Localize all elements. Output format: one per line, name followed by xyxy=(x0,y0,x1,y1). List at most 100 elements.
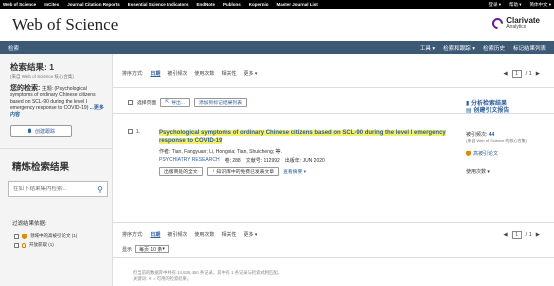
results-source: (来自 Web of Science 核心合集) xyxy=(10,74,74,79)
record-index: 1. xyxy=(136,129,141,135)
help-menu[interactable]: 帮助 ▾ xyxy=(509,2,522,8)
record-title[interactable]: Psychological symptoms of ordinary Chine… xyxy=(159,129,455,145)
sort-times-cited[interactable]: 被引频次 xyxy=(167,70,187,77)
usage-count-menu[interactable]: 使用次数 ▾ xyxy=(466,168,546,175)
search-icon[interactable]: ⚲ xyxy=(97,185,103,194)
sort-more[interactable]: 更多 ▾ xyxy=(243,70,257,77)
page-size-value: 每页 10 条 xyxy=(139,246,163,253)
next-page-icon[interactable]: ▶ xyxy=(536,71,540,77)
times-cited: 被引频次: 44 xyxy=(466,131,546,138)
show-label: 显示 xyxy=(122,246,133,253)
page-total: / 1 xyxy=(525,71,532,77)
nav-right-menu: 工具 ▾ 检索和跟踪 ▾ 检索历史 标记结果列表 xyxy=(420,44,546,52)
sort-usage[interactable]: 使用次数 xyxy=(194,70,214,77)
product-link-publons[interactable]: Publons xyxy=(223,2,241,7)
sort-times-cited[interactable]: 被引频次 xyxy=(167,231,187,238)
next-page-icon[interactable]: ▶ xyxy=(536,232,540,238)
sort-relevance[interactable]: 相关性 xyxy=(221,70,236,77)
site-title[interactable]: Web of Science xyxy=(12,15,118,35)
page-input[interactable]: 1 xyxy=(511,231,522,239)
query-label: 您的检索: xyxy=(10,85,41,92)
highly-cited-badge[interactable]: 高被引论文 xyxy=(466,150,546,157)
divider xyxy=(113,87,554,88)
record-journal[interactable]: PSYCHIATRY RESEARCH xyxy=(159,157,220,164)
divider xyxy=(113,222,554,223)
filter-highly-cited-label: 领域中的高被引论文 (1) xyxy=(30,233,78,239)
product-link-jcr[interactable]: Journal Citation Reports xyxy=(67,2,120,7)
filter-open-access[interactable]: 开放获取 (1) xyxy=(0,239,112,248)
trophy-icon xyxy=(466,151,471,156)
open-access-icon xyxy=(22,242,26,248)
record-checkbox[interactable] xyxy=(128,129,133,134)
top-product-bar: Web of Science InCites Journal Citation … xyxy=(0,0,554,9)
filter-open-access-label: 开放获取 (1) xyxy=(29,242,54,248)
record-date: 出版年: JUN 2020 xyxy=(284,158,325,164)
select-page-label: 选择页面 xyxy=(137,101,157,106)
view-abstract-link[interactable]: 查看摘要 ▾ xyxy=(283,167,306,176)
trophy-icon xyxy=(22,233,27,239)
export-button[interactable]: ⇱ 导出... xyxy=(160,98,190,107)
sort-more[interactable]: 更多 ▾ xyxy=(243,231,257,238)
results-main: 排序方式: 日期 被引频次 使用次数 相关性 更多 ▾ ◀ 1 / 1 ▶ 选择… xyxy=(113,54,554,286)
logo-line-2: Analytics xyxy=(506,24,527,30)
add-to-marked-button[interactable]: 添加到标记结果列表 xyxy=(193,98,248,107)
nav-search[interactable]: 检索 xyxy=(8,44,19,52)
brand-bar: Web of Science Clarivate Analytics xyxy=(0,9,554,41)
export-label: 导出... xyxy=(171,101,185,106)
product-link-incites[interactable]: InCites xyxy=(44,2,59,7)
highly-cited-label: 高被引论文 xyxy=(473,151,499,157)
divider xyxy=(113,257,554,258)
select-page-checkbox[interactable] xyxy=(128,100,133,105)
nav-marked-list[interactable]: 标记结果列表 xyxy=(513,44,546,52)
page-size-row: 显示 每页 10 条 ▾ xyxy=(122,245,169,253)
full-text-button[interactable]: 出版商处的全文 xyxy=(159,167,203,176)
result-toolbar: 选择页面 ⇱ 导出... 添加到标记结果列表 xyxy=(128,98,248,107)
prev-page-icon[interactable]: ◀ xyxy=(503,232,507,238)
product-link-wos[interactable]: Web of Science xyxy=(3,2,36,7)
product-link-kopernio[interactable]: Kopernio xyxy=(249,2,269,7)
free-article-button[interactable]: ◑ 知识库中的免费已发表文章 xyxy=(206,167,280,176)
page-size-select[interactable]: 每页 10 条 ▾ xyxy=(135,245,169,253)
record-side-panel: ▮ 分析检索结果 ▤ 创建引文报告 被引频次: 44 (来自 Web of Sc… xyxy=(466,101,546,175)
product-link-mjl[interactable]: Master Journal List xyxy=(277,2,318,7)
clarivate-logo-icon xyxy=(489,15,506,32)
sort-date[interactable]: 日期 xyxy=(150,70,160,77)
sort-relevance[interactable]: 相关性 xyxy=(221,231,236,238)
page-total: / 1 xyxy=(525,232,532,238)
nav-tools[interactable]: 工具 ▾ xyxy=(420,44,435,52)
clarivate-logo: Clarivate Analytics xyxy=(489,15,540,32)
filter-checkbox[interactable] xyxy=(14,233,19,239)
filter-checkbox[interactable] xyxy=(14,242,19,248)
create-alert-button[interactable]: 创建跟踪 xyxy=(10,125,72,138)
times-cited-source: (来自 Web of Science 的核心合集) xyxy=(466,138,527,143)
sort-bar: 排序方式: 日期 被引频次 使用次数 相关性 更多 ▾ xyxy=(122,70,257,77)
open-access-icon: ◑ xyxy=(211,169,215,174)
create-alert-label: 创建跟踪 xyxy=(34,128,55,135)
bell-icon xyxy=(27,128,32,134)
sort-usage[interactable]: 使用次数 xyxy=(194,231,214,238)
sort-date[interactable]: 日期 xyxy=(150,231,160,238)
nav-search-history[interactable]: 检索历史 xyxy=(483,44,505,52)
sort-label: 排序方式: xyxy=(122,71,144,77)
refine-search-input[interactable] xyxy=(13,186,93,193)
product-links: Web of Science InCites Journal Citation … xyxy=(3,2,318,7)
citation-report-link[interactable]: ▤ 创建引文报告 xyxy=(466,108,546,115)
footnote-line-2: 关键词: ✕ = 可用的检索结果。 xyxy=(133,276,192,281)
record-title-text[interactable]: Psychological symptoms of ordinary Chine… xyxy=(159,130,446,144)
language-menu[interactable]: 简体中文 ▾ xyxy=(529,2,551,8)
results-sidebar: 检索结果: 1 (来自 Web of Science 核心合集) 您的检索: 主… xyxy=(0,54,113,286)
product-link-endnote[interactable]: EndNote xyxy=(197,2,216,7)
login-menu[interactable]: 登录 ▾ xyxy=(488,2,501,8)
pager-bottom: ◀ 1 / 1 ▶ xyxy=(503,231,540,239)
record-number: 1. xyxy=(128,129,140,135)
analyze-results-label: 分析检索结果 xyxy=(470,101,507,107)
page-input[interactable]: 1 xyxy=(511,70,522,78)
bar-chart-icon: ▮ xyxy=(466,101,470,107)
nav-search-tracking[interactable]: 检索和跟踪 ▾ xyxy=(443,44,475,52)
report-icon: ▤ xyxy=(466,108,472,114)
sort-label: 排序方式: xyxy=(122,232,144,238)
filter-highly-cited[interactable]: 领域中的高被引论文 (1) xyxy=(0,227,112,239)
analyze-results-link[interactable]: ▮ 分析检索结果 xyxy=(466,101,546,108)
prev-page-icon[interactable]: ◀ xyxy=(503,71,507,77)
product-link-esi[interactable]: Essential Science Indicators xyxy=(128,2,189,7)
